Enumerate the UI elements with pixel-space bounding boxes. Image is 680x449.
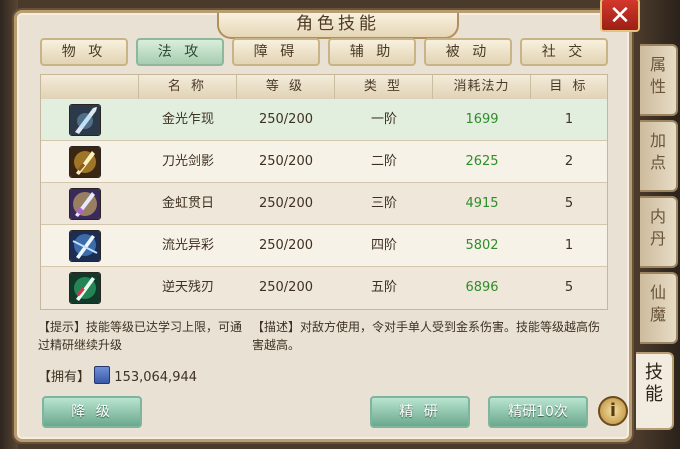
side-tab-attributes[interactable]: 属性 (640, 44, 678, 116)
side-tab-label: 属性 (649, 55, 666, 96)
side-tab-inner-core[interactable]: 内丹 (640, 196, 678, 268)
rainbow-sword-skill-icon (69, 188, 101, 220)
tab-physical-attack[interactable]: 物 攻 (40, 38, 128, 66)
header-target: 目 标 (549, 79, 589, 94)
book-icon (94, 366, 111, 384)
silver-blade-skill-icon (69, 104, 101, 136)
header-level: 等 级 (237, 75, 335, 99)
skill-level: 250/200 (258, 238, 313, 253)
skill-name: 流光异彩 (161, 238, 214, 253)
side-tab-label: 技能 (644, 362, 663, 405)
owned-value: 153,064,944 (114, 370, 198, 385)
skill-target: 1 (564, 112, 574, 127)
tip-text: 【提示】技能等级已达学习上限，可通过精研继续升级 (38, 318, 248, 354)
side-tab-skills[interactable]: 技能 (636, 352, 674, 430)
skill-level: 250/200 (258, 112, 313, 127)
skill-table: 名 称 等 级 类 型 消耗法力 目 标 金光乍现 250/200 一阶 169… (40, 74, 608, 310)
skill-target: 5 (564, 280, 574, 295)
skill-type: 五阶 (370, 280, 397, 295)
side-tab-immortal-demon[interactable]: 仙魔 (640, 272, 678, 344)
skill-target: 5 (564, 196, 574, 211)
table-row[interactable]: 金虹贯日 250/200 三阶 4915 5 (41, 183, 607, 225)
header-type: 类 型 (335, 75, 433, 99)
side-tab-label: 内丹 (649, 207, 666, 248)
desc-content: 对敌方使用，令对手单人受到金系伤害。技能等级越高伤害越高。 (252, 320, 601, 352)
skill-mana: 4915 (465, 196, 499, 211)
tab-support[interactable]: 辅 助 (328, 38, 416, 66)
desc-label: 【描述】 (252, 320, 301, 334)
tab-social[interactable]: 社 交 (520, 38, 608, 66)
skill-name: 逆天残刃 (161, 280, 214, 295)
refine-button[interactable]: 精 研 (370, 396, 470, 428)
header-icon (41, 75, 139, 99)
skill-name: 金光乍现 (161, 112, 214, 127)
skill-target: 2 (564, 154, 574, 169)
header-mana: 消耗法力 (433, 75, 531, 99)
owned-row: 【拥有】 153,064,944 (38, 366, 258, 387)
skill-mana: 1699 (465, 112, 499, 127)
green-blade-skill-icon (69, 272, 101, 304)
tab-obstruct[interactable]: 障 碍 (232, 38, 320, 66)
owned-label: 【拥有】 (38, 370, 91, 385)
skill-type: 三阶 (370, 196, 397, 211)
skill-target: 1 (564, 238, 574, 253)
header-name: 名 称 (139, 75, 237, 99)
downgrade-button[interactable]: 降 级 (42, 396, 142, 428)
table-row[interactable]: 金光乍现 250/200 一阶 1699 1 (41, 99, 607, 141)
skill-type: 一阶 (370, 112, 397, 127)
skill-mana: 2625 (465, 154, 499, 169)
window-title: 角色技能 (217, 13, 459, 39)
skill-name: 刀光剑影 (161, 154, 214, 169)
description-text: 【描述】对敌方使用，令对手单人受到金系伤害。技能等级越高伤害越高。 (252, 318, 612, 354)
skill-level: 250/200 (258, 154, 313, 169)
tab-magic-attack[interactable]: 法 攻 (136, 38, 224, 66)
side-tab-points[interactable]: 加点 (640, 120, 678, 192)
skill-mana: 5802 (465, 238, 499, 253)
tab-passive[interactable]: 被 动 (424, 38, 512, 66)
close-button[interactable]: ✕ (600, 0, 640, 32)
side-tab-label: 加点 (649, 131, 666, 172)
table-row[interactable]: 刀光剑影 250/200 二阶 2625 2 (41, 141, 607, 183)
skill-mana: 6896 (465, 280, 499, 295)
side-tab-label: 仙魔 (649, 283, 666, 324)
skill-level: 250/200 (258, 196, 313, 211)
table-row[interactable]: 流光异彩 250/200 四阶 5802 1 (41, 225, 607, 267)
golden-sword-skill-icon (69, 146, 101, 178)
info-icon[interactable]: i (598, 396, 628, 426)
tip-label: 【提示】 (38, 320, 87, 334)
refine-ten-button[interactable]: 精研10次 (488, 396, 588, 428)
skill-type: 二阶 (370, 154, 397, 169)
table-row[interactable]: 逆天残刃 250/200 五阶 6896 5 (41, 267, 607, 309)
blue-streak-skill-icon (69, 230, 101, 262)
table-header: 名 称 等 级 类 型 消耗法力 目 标 (41, 75, 607, 100)
skill-level: 250/200 (258, 280, 313, 295)
skill-name: 金虹贯日 (161, 196, 214, 211)
skill-type: 四阶 (370, 238, 397, 253)
